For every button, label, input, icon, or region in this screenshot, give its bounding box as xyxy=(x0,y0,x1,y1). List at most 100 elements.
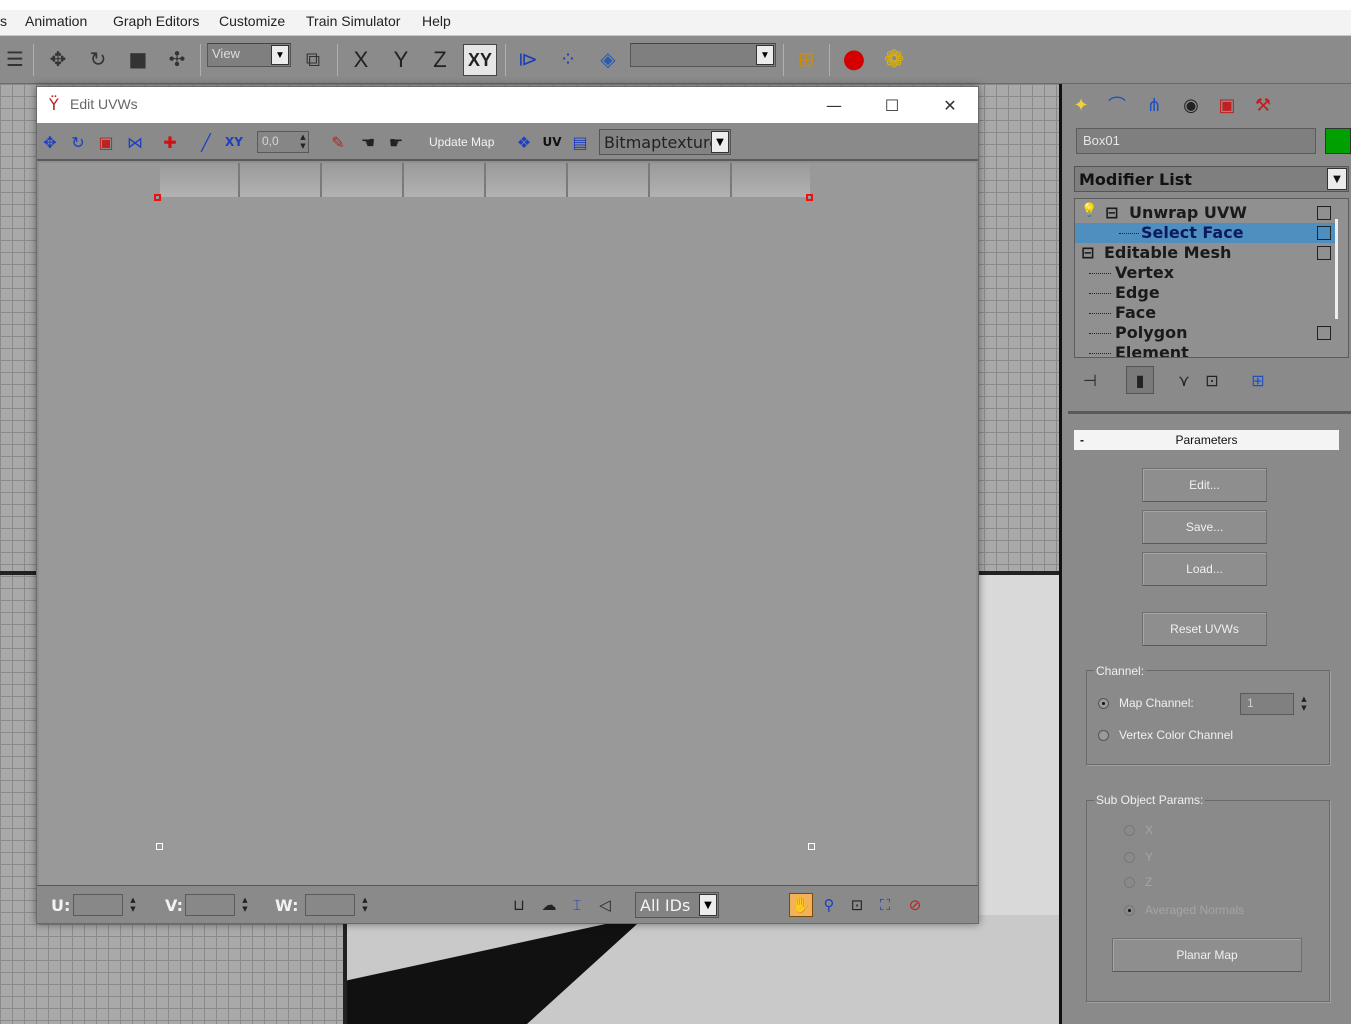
motion-tab-icon[interactable]: ◉ xyxy=(1176,90,1206,120)
stack-item-toggle[interactable] xyxy=(1317,246,1331,260)
modifier-list-combo[interactable]: Modifier List ▼ xyxy=(1074,166,1349,192)
uv-vertex[interactable] xyxy=(808,843,815,850)
minimize-button[interactable]: — xyxy=(812,91,856,119)
sub-object-x-option[interactable]: X xyxy=(1124,823,1153,837)
menu-item-partial[interactable]: s xyxy=(0,13,7,29)
mirror-icon[interactable]: ⋈ xyxy=(122,130,148,154)
save-button[interactable]: Save... xyxy=(1142,510,1267,544)
stack-item-toggle[interactable] xyxy=(1317,206,1331,220)
show-map-icon[interactable]: ❖ xyxy=(511,130,537,154)
sub-object-y-option[interactable]: Y xyxy=(1124,850,1153,864)
stack-item-select-face[interactable]: Select Face xyxy=(1075,223,1335,243)
reference-coordinate-combo[interactable]: View ▼ xyxy=(207,43,291,67)
configure-modifier-sets-icon[interactable]: ⊞ xyxy=(1244,366,1272,394)
w-field[interactable] xyxy=(305,894,355,916)
uv-vertex-selected[interactable] xyxy=(806,194,813,201)
stack-item-polygon[interactable]: Polygon xyxy=(1075,323,1335,343)
move-icon[interactable]: ✥ xyxy=(37,130,63,154)
expand-icon[interactable]: ⊟ xyxy=(1081,243,1094,262)
reset-uvws-button[interactable]: Reset UVWs xyxy=(1142,612,1267,646)
material-editor-icon[interactable]: ● xyxy=(839,44,869,74)
u-field[interactable] xyxy=(73,894,123,916)
vertex-color-channel-option[interactable]: Vertex Color Channel xyxy=(1098,728,1233,742)
xy-icon[interactable]: XY xyxy=(221,130,247,154)
object-name-field[interactable]: Box01 xyxy=(1076,128,1316,154)
weld-selected-icon[interactable]: ☚ xyxy=(355,130,381,154)
sketch-icon[interactable]: ╱ xyxy=(193,130,219,154)
hide-icon[interactable]: ☁ xyxy=(537,893,561,917)
pan-hand-icon[interactable]: ✋ xyxy=(789,893,813,917)
texture-combo[interactable]: Bitmaptexture ▼ xyxy=(599,129,731,155)
render-setup-icon[interactable]: ❁ xyxy=(879,44,909,74)
planar-map-button[interactable]: Planar Map xyxy=(1112,938,1302,972)
uv-vertex-selected[interactable] xyxy=(154,194,161,201)
material-ids-combo[interactable]: All IDs ▼ xyxy=(635,892,719,918)
pin-stack-icon[interactable]: ⊣ xyxy=(1076,366,1104,394)
stack-item-editable-mesh[interactable]: ⊟ Editable Mesh xyxy=(1075,243,1335,263)
stack-item-unwrap-uvw[interactable]: 💡 ⊟ Unwrap UVW xyxy=(1075,203,1335,223)
sub-object-z-option[interactable]: Z xyxy=(1124,875,1152,889)
uv-vertex[interactable] xyxy=(156,843,163,850)
rotate-icon[interactable]: ↻ xyxy=(83,44,113,74)
modify-tab-icon[interactable]: ⌒ xyxy=(1102,90,1132,120)
pivot-center-icon[interactable]: ⧉ xyxy=(298,44,328,74)
menu-customize[interactable]: Customize xyxy=(219,13,285,29)
zoom-extents-icon[interactable]: ⛶ xyxy=(873,893,897,917)
show-end-result-icon[interactable]: ▮ xyxy=(1126,366,1154,394)
spinner-arrows-icon[interactable]: ▲ ▼ xyxy=(127,894,139,916)
snap-icon[interactable]: ⊘ xyxy=(903,893,927,917)
maximize-button[interactable]: ☐ xyxy=(870,91,914,119)
collapse-icon[interactable]: - xyxy=(1080,430,1084,450)
rotate-icon[interactable]: ↻ xyxy=(65,130,91,154)
stack-item-toggle[interactable] xyxy=(1317,326,1331,340)
stack-item-toggle[interactable] xyxy=(1317,226,1331,240)
remove-modifier-icon[interactable]: ⊡ xyxy=(1198,366,1226,394)
axis-y-button[interactable]: Y xyxy=(384,44,418,76)
align-icon[interactable]: ◈ xyxy=(593,44,623,74)
update-map-button[interactable]: Update Map xyxy=(429,135,494,149)
scale-icon[interactable]: ▣ xyxy=(93,130,119,154)
schematic-view-icon[interactable]: ⊞ xyxy=(791,44,821,74)
spinner-arrows-icon[interactable]: ▲ ▼ xyxy=(297,131,309,153)
filter-selected-faces-icon[interactable]: ◁ xyxy=(593,893,617,917)
hierarchy-tab-icon[interactable]: ⋔ xyxy=(1139,90,1169,120)
axis-z-button[interactable]: Z xyxy=(423,44,457,76)
zoom-region-icon[interactable]: ⊡ xyxy=(845,893,869,917)
window-titlebar[interactable]: Ÿ Edit UVWs — ☐ ✕ xyxy=(37,87,978,123)
edit-button[interactable]: Edit... xyxy=(1142,468,1267,502)
named-selection-combo[interactable]: ▼ xyxy=(630,43,776,67)
scale-icon[interactable]: ■ xyxy=(123,44,153,74)
freeze-icon[interactable]: ⌶ xyxy=(565,893,589,917)
modifier-stack[interactable]: 💡 ⊟ Unwrap UVW Select Face ⊟ Editable Me… xyxy=(1074,198,1349,358)
menu-animation[interactable]: Animation xyxy=(25,13,87,29)
axis-xy-button[interactable]: XY xyxy=(463,44,497,76)
load-button[interactable]: Load... xyxy=(1142,552,1267,586)
menu-graph-editors[interactable]: Graph Editors xyxy=(113,13,199,29)
map-channel-spinner[interactable]: 1 xyxy=(1240,693,1294,715)
stack-item-face[interactable]: Face xyxy=(1075,303,1335,323)
stack-item-vertex[interactable]: Vertex xyxy=(1075,263,1335,283)
properties-icon[interactable]: ▤ xyxy=(567,130,593,154)
utilities-tab-icon[interactable]: ⚒ xyxy=(1248,90,1278,120)
spinner-arrows-icon[interactable]: ▲ ▼ xyxy=(1298,693,1310,715)
v-field[interactable] xyxy=(185,894,235,916)
zoom-icon[interactable]: ⚲ xyxy=(817,893,841,917)
spinner-arrows-icon[interactable]: ▲ ▼ xyxy=(239,894,251,916)
sub-object-averaged-normals-option[interactable]: Averaged Normals xyxy=(1124,903,1244,917)
freeform-icon[interactable]: ✚ xyxy=(157,130,183,154)
mirror-icon[interactable]: ⧐ xyxy=(513,44,543,74)
break-icon[interactable]: ✎ xyxy=(325,130,351,154)
expand-icon[interactable]: ⊟ xyxy=(1105,203,1118,222)
lightbulb-icon[interactable]: 💡 xyxy=(1081,203,1097,218)
menu-help[interactable]: Help xyxy=(422,13,451,29)
place-icon[interactable]: ✣ xyxy=(162,44,192,74)
array-icon[interactable]: ⁘ xyxy=(553,44,583,74)
stack-scrollbar[interactable] xyxy=(1335,219,1338,319)
map-channel-option[interactable]: Map Channel: xyxy=(1098,696,1194,710)
stack-item-element[interactable]: Element xyxy=(1075,343,1335,357)
rollout-header[interactable]: - Parameters xyxy=(1074,430,1339,450)
menu-train-simulator[interactable]: Train Simulator xyxy=(306,13,400,29)
display-tab-icon[interactable]: ▣ xyxy=(1212,90,1242,120)
stack-item-edge[interactable]: Edge xyxy=(1075,283,1335,303)
object-color-swatch[interactable] xyxy=(1325,128,1351,154)
